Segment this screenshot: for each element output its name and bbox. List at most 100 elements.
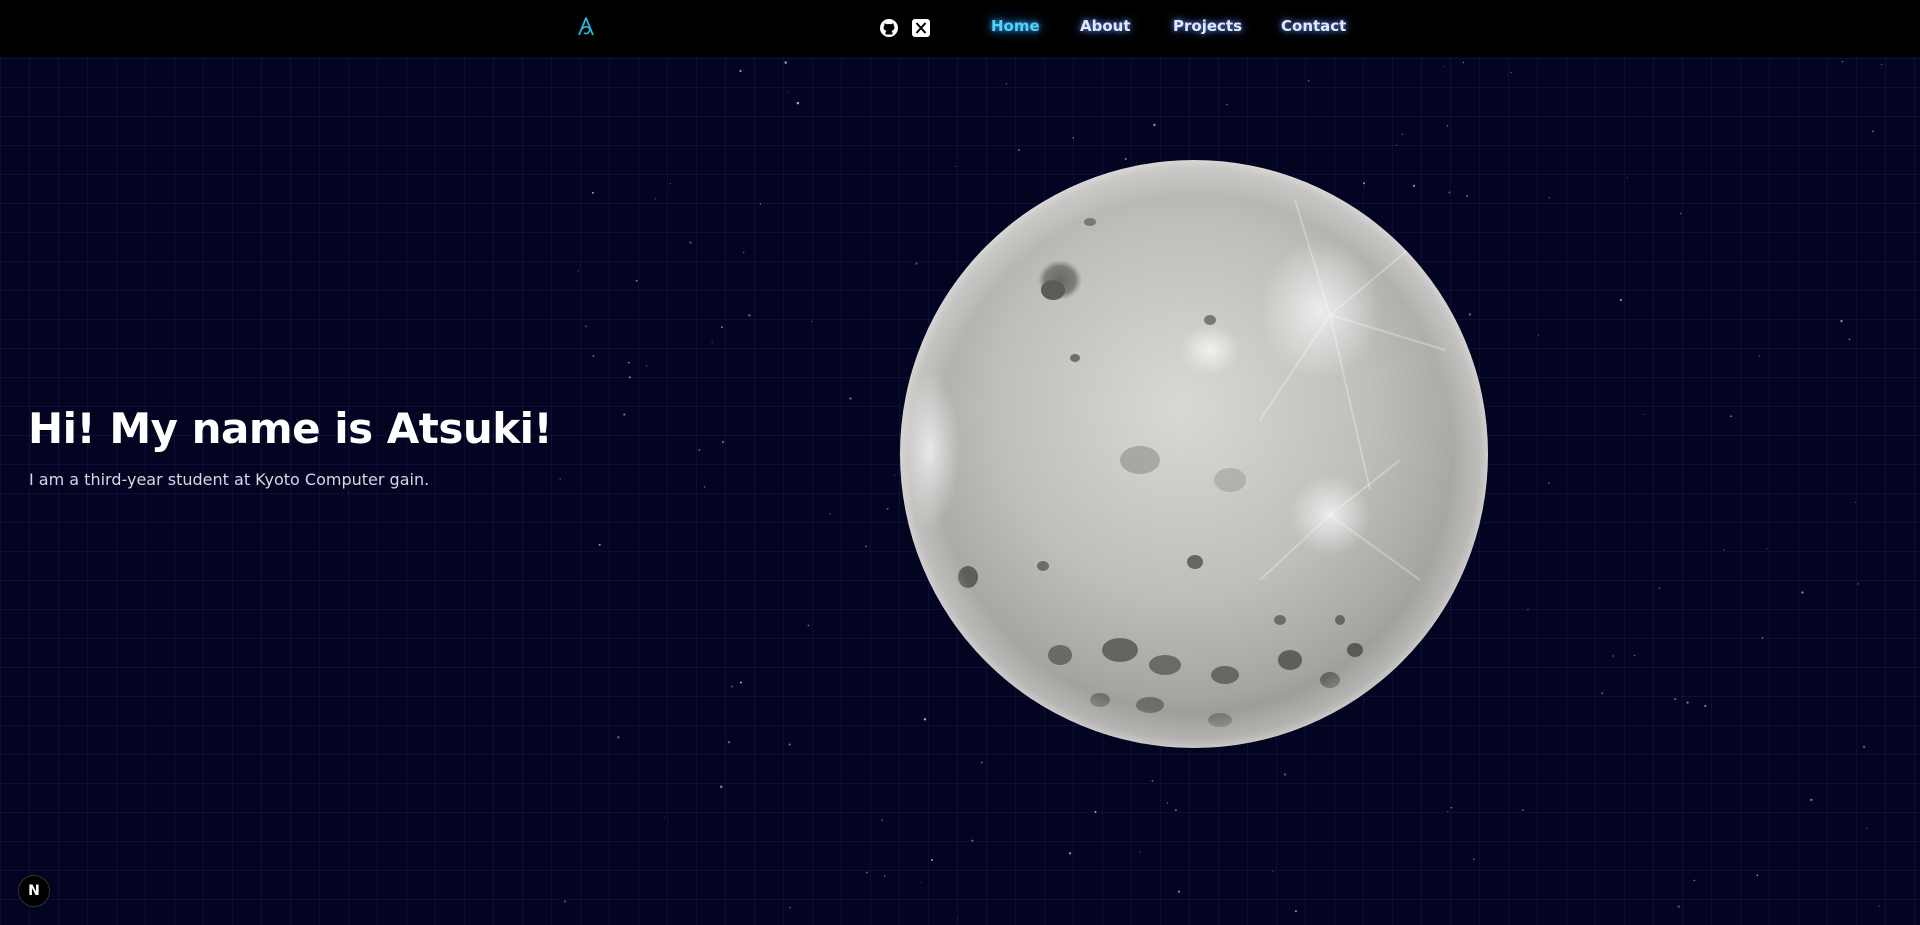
star	[811, 320, 813, 323]
star	[1619, 298, 1622, 302]
star	[730, 685, 733, 688]
star	[739, 69, 742, 73]
star	[1177, 890, 1181, 893]
star	[829, 513, 831, 515]
star	[789, 906, 791, 909]
star	[727, 740, 731, 744]
star	[623, 413, 626, 416]
star	[784, 61, 787, 64]
star	[591, 191, 594, 194]
star	[1730, 415, 1732, 418]
star	[1522, 809, 1524, 811]
star	[1810, 798, 1813, 802]
nav-home[interactable]: Home	[991, 17, 1040, 35]
star	[1857, 583, 1859, 585]
star	[1510, 72, 1512, 74]
top-navbar: Home About Projects Contact	[0, 0, 1920, 57]
star	[1307, 79, 1310, 82]
star	[866, 871, 868, 874]
star	[559, 478, 562, 480]
star	[635, 279, 638, 282]
star	[1841, 60, 1844, 63]
star	[585, 325, 587, 328]
star	[788, 743, 791, 746]
star	[703, 486, 706, 488]
star	[1395, 144, 1398, 147]
star	[711, 341, 713, 343]
star	[1866, 827, 1868, 830]
star	[1442, 66, 1445, 68]
star	[1601, 692, 1604, 695]
star	[971, 839, 974, 842]
star	[721, 326, 723, 328]
star	[1473, 858, 1475, 860]
star	[645, 365, 648, 367]
star	[1723, 549, 1725, 551]
star	[663, 817, 665, 819]
star	[919, 881, 921, 884]
star	[628, 361, 630, 364]
star	[739, 681, 742, 684]
hero-subtitle: I am a third-year student at Kyoto Compu…	[29, 470, 430, 489]
star	[807, 624, 809, 627]
star	[1766, 548, 1768, 550]
star	[1881, 63, 1883, 65]
star	[748, 314, 751, 317]
star	[1680, 212, 1682, 215]
star	[1450, 807, 1453, 809]
star	[1686, 701, 1689, 704]
star	[577, 270, 579, 272]
nav-about[interactable]: About	[1080, 17, 1131, 35]
star	[598, 543, 601, 546]
star	[787, 91, 789, 93]
nav-projects[interactable]: Projects	[1173, 17, 1242, 35]
star	[1462, 61, 1465, 64]
star	[1801, 591, 1804, 594]
star	[689, 241, 692, 244]
star	[1226, 104, 1228, 106]
star	[742, 251, 745, 254]
nav-contact[interactable]: Contact	[1281, 17, 1346, 35]
page: Home About Projects Contact Hi! My name …	[0, 0, 1920, 925]
star	[564, 900, 566, 903]
star	[1294, 910, 1297, 913]
star	[1283, 773, 1287, 776]
star	[865, 545, 867, 548]
star	[1626, 176, 1628, 179]
star	[1401, 133, 1404, 136]
star	[1153, 123, 1156, 127]
star	[980, 761, 983, 764]
star	[1548, 197, 1550, 199]
star	[1840, 319, 1843, 323]
star	[930, 858, 934, 862]
star	[1151, 780, 1154, 782]
star	[1272, 870, 1274, 872]
star	[1761, 637, 1764, 639]
star	[720, 785, 723, 788]
star	[894, 474, 896, 476]
star	[1072, 136, 1075, 139]
dev-indicator-button[interactable]: N	[18, 875, 50, 907]
star	[1612, 655, 1614, 657]
logo-icon[interactable]	[575, 15, 597, 39]
star	[1174, 809, 1177, 812]
star	[1139, 851, 1141, 853]
star	[796, 101, 800, 105]
star	[1658, 587, 1661, 590]
x-icon[interactable]	[911, 18, 931, 38]
star	[956, 918, 959, 920]
star	[1756, 874, 1759, 877]
star	[1166, 802, 1169, 804]
star	[1538, 334, 1540, 336]
star	[1871, 130, 1874, 133]
star	[1848, 338, 1851, 341]
star	[759, 203, 762, 205]
star	[1446, 125, 1449, 127]
star	[849, 397, 852, 400]
github-icon[interactable]	[879, 18, 899, 38]
star	[654, 198, 656, 200]
star	[669, 183, 671, 185]
star	[628, 376, 631, 379]
star	[1862, 745, 1866, 749]
star	[1005, 83, 1007, 85]
